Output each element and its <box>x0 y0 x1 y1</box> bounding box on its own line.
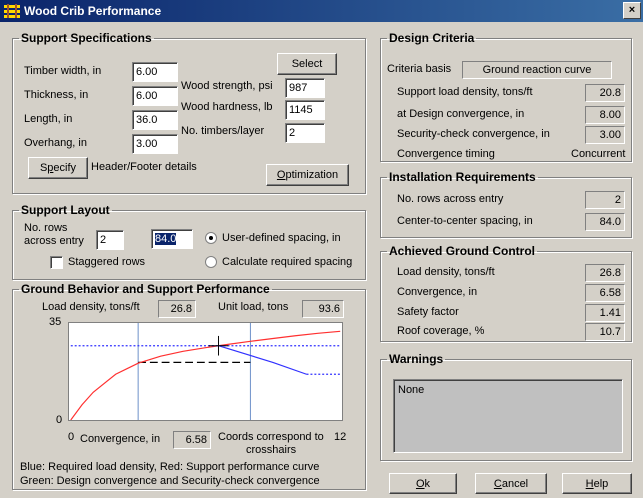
ok-label-rest: k <box>424 478 431 490</box>
warnings-legend: Warnings <box>389 352 444 366</box>
timber-width-input[interactable]: 6.00 <box>132 62 178 82</box>
install-spacing-label: Center-to-center spacing, in <box>397 215 533 227</box>
criteria-basis-label: Criteria basis <box>387 63 452 75</box>
coords-label-line-1: Coords correspond to <box>218 431 324 443</box>
warnings-text: None <box>398 384 425 396</box>
design-convergence-label: at Design convergence, in <box>397 108 525 120</box>
support-load-readout: 20.8 <box>585 84 625 102</box>
app-icon <box>4 4 20 18</box>
install-spacing-readout: 84.0 <box>585 213 625 231</box>
unit-load-readout: 93.6 <box>302 300 344 318</box>
roof-coverage-label: Roof coverage, % <box>397 325 485 337</box>
convergence-timing-label: Convergence timing <box>397 148 495 160</box>
support-performance-curve <box>70 330 341 420</box>
design-convergence-readout: 8.00 <box>585 106 625 124</box>
wood-hardness-label: Wood hardness, lb <box>181 101 273 113</box>
header-footer-label: Header/Footer details <box>91 161 197 173</box>
thickness-input[interactable]: 6.00 <box>132 86 178 106</box>
length-label: Length, in <box>24 113 73 125</box>
x-axis-max-tick: 12 <box>334 431 347 443</box>
safety-factor-readout: 1.41 <box>585 304 625 322</box>
rows-label-line-2: across entry <box>24 235 84 247</box>
x-axis-min-tick: 0 <box>68 431 75 443</box>
achieved-ground-control-legend: Achieved Ground Control <box>389 244 536 258</box>
wood-crib-window: Wood Crib Performance × Support Specific… <box>0 0 643 498</box>
close-icon: × <box>628 4 636 16</box>
wood-strength-label: Wood strength, psi <box>181 80 273 92</box>
rows-across-entry-input[interactable]: 2 <box>96 230 124 250</box>
specify-label-rest: ecify <box>53 162 77 174</box>
spacing-input[interactable]: 84.0 <box>151 229 193 249</box>
design-criteria-legend: Design Criteria <box>389 31 475 45</box>
cancel-button[interactable]: Cancel <box>475 473 547 494</box>
convergence-timing-value: Concurrent <box>571 148 626 160</box>
calculate-spacing-radio[interactable] <box>205 256 217 268</box>
timber-width-label: Timber width, in <box>24 65 102 77</box>
thickness-label: Thickness, in <box>24 89 89 101</box>
criteria-basis-readout: Ground reaction curve <box>462 61 612 79</box>
ok-mnemonic: O <box>415 478 425 490</box>
ground-reaction-chart[interactable] <box>68 322 343 421</box>
wood-strength-input[interactable]: 987 <box>285 78 325 98</box>
cancel-mnemonic: C <box>493 478 502 490</box>
specify-button[interactable]: Specify <box>28 157 88 179</box>
wood-hardness-input[interactable]: 1145 <box>285 100 325 120</box>
overhang-label: Overhang, in <box>24 137 87 149</box>
y-axis-max-tick: 35 <box>49 316 62 328</box>
security-convergence-label: Security-check convergence, in <box>397 128 550 140</box>
roof-coverage-readout: 10.7 <box>585 323 625 341</box>
load-density-label: Load density, tons/ft <box>42 301 140 313</box>
ok-button[interactable]: Ok <box>389 473 457 494</box>
overhang-input[interactable]: 3.00 <box>132 134 178 154</box>
install-rows-readout: 2 <box>585 191 625 209</box>
achieved-convergence-label: Convergence, in <box>397 286 478 298</box>
help-mnemonic: H <box>585 478 594 490</box>
window-title: Wood Crib Performance <box>24 4 162 18</box>
load-density-readout: 26.8 <box>158 300 196 318</box>
support-specifications-legend: Support Specifications <box>21 31 152 45</box>
timbers-per-layer-label: No. timbers/layer <box>181 125 265 137</box>
y-axis-min-tick: 0 <box>56 414 63 426</box>
required-load-curve <box>218 345 307 375</box>
spacing-value: 84.0 <box>155 233 177 245</box>
ground-behavior-legend: Ground Behavior and Support Performance <box>21 282 270 296</box>
rows-label-line-1: No. rows <box>24 222 68 234</box>
staggered-rows-label[interactable]: Staggered rows <box>68 256 145 268</box>
cancel-label-rest: ancel <box>501 478 529 490</box>
help-button[interactable]: Help <box>562 473 632 494</box>
staggered-rows-checkbox[interactable] <box>50 256 63 269</box>
achieved-convergence-readout: 6.58 <box>585 284 625 302</box>
support-layout-legend: Support Layout <box>21 203 110 217</box>
select-button[interactable]: Select <box>277 53 337 75</box>
help-label-rest: elp <box>593 478 609 490</box>
close-button[interactable]: × <box>623 2 641 19</box>
warnings-textbox[interactable]: None <box>393 379 623 453</box>
optimization-button[interactable]: Optimization <box>266 164 349 186</box>
coords-label-line-2: crosshairs <box>246 444 297 456</box>
title-bar[interactable]: Wood Crib Performance × <box>0 0 643 22</box>
security-convergence-readout: 3.00 <box>585 126 625 144</box>
length-input[interactable]: 36.0 <box>132 110 178 130</box>
legend-note-line-2: Green: Design convergence and Security-c… <box>20 475 320 487</box>
timbers-per-layer-input[interactable]: 2 <box>285 123 325 143</box>
convergence-readout: 6.58 <box>173 431 211 449</box>
achieved-load-readout: 26.8 <box>585 264 625 282</box>
user-defined-spacing-radio[interactable] <box>205 232 217 244</box>
legend-note-line-1: Blue: Required load density, Red: Suppor… <box>20 461 320 473</box>
support-load-label: Support load density, tons/ft <box>397 86 533 98</box>
achieved-load-label: Load density, tons/ft <box>397 266 495 278</box>
optimization-label-rest: ptimization <box>285 169 339 181</box>
safety-factor-label: Safety factor <box>397 306 459 318</box>
user-defined-spacing-label[interactable]: User-defined spacing, in <box>222 232 341 244</box>
convergence-label: Convergence, in <box>80 433 161 445</box>
unit-load-label: Unit load, tons <box>218 301 289 313</box>
install-rows-label: No. rows across entry <box>397 193 504 205</box>
calculate-spacing-label[interactable]: Calculate required spacing <box>222 256 352 268</box>
installation-requirements-legend: Installation Requirements <box>389 170 536 184</box>
